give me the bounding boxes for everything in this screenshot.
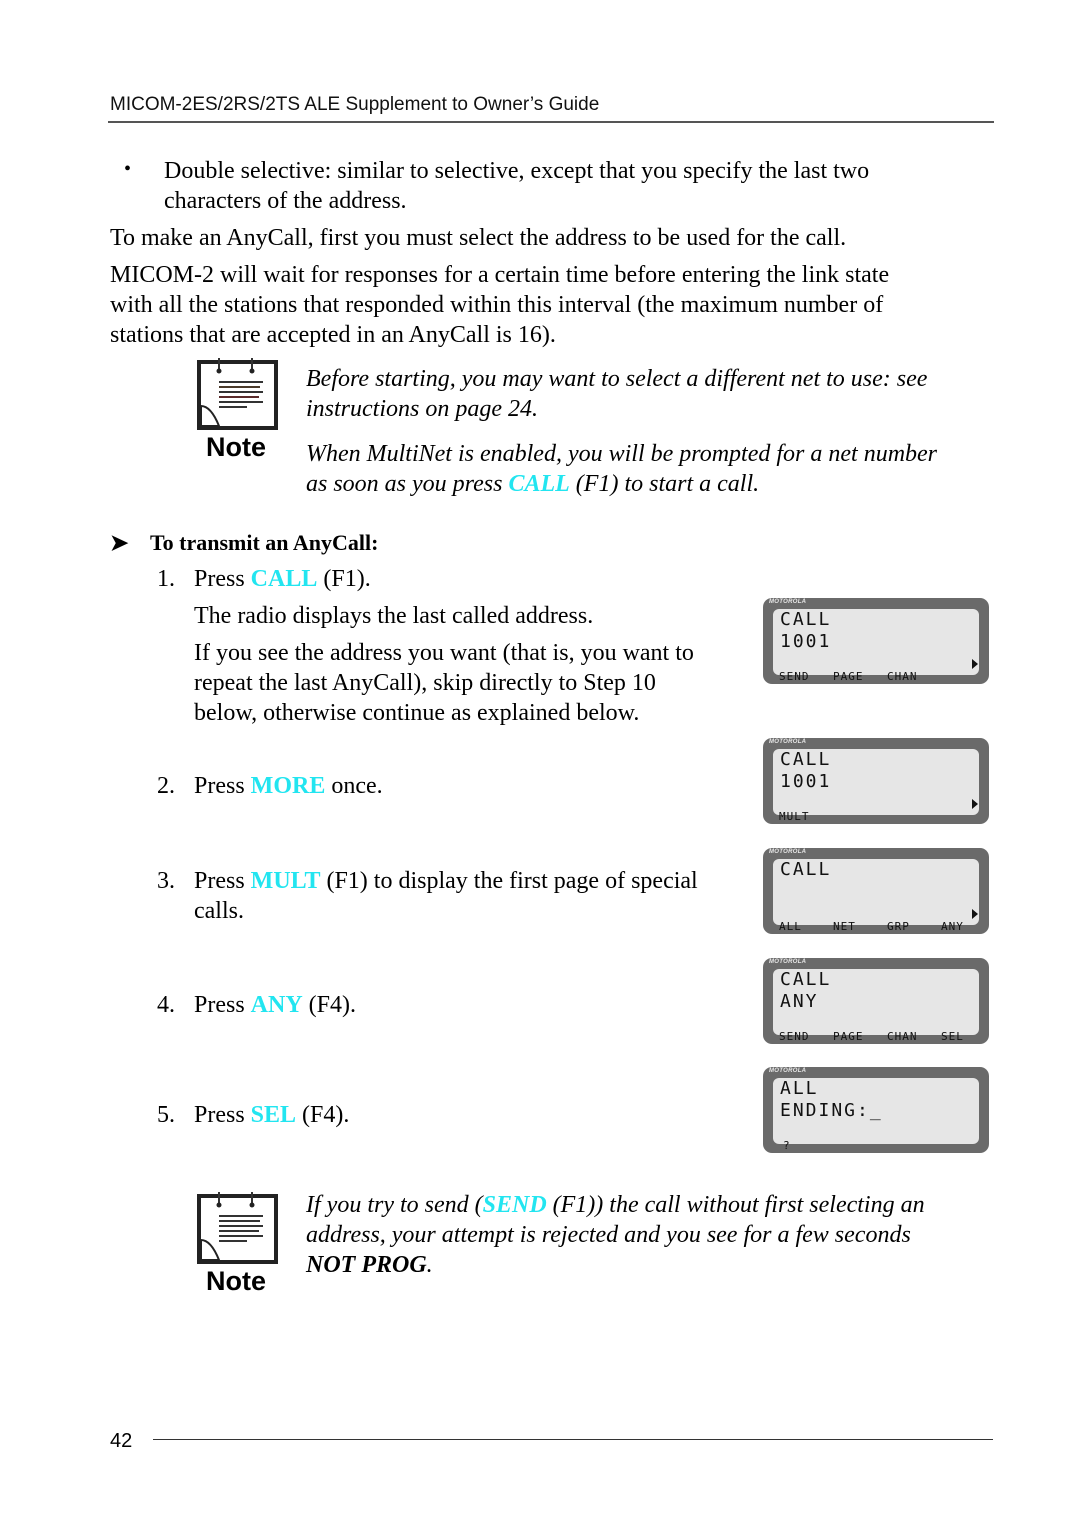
note-text-multinet: When MultiNet is enabled, you will be pr…	[306, 441, 938, 497]
display-line-2: 1001	[780, 631, 832, 652]
radio-display-1: MOTOROLA CALL 1001 SEND PAGE CHAN	[763, 598, 989, 684]
notepad-icon	[197, 1192, 278, 1264]
notepad-icon	[197, 358, 278, 430]
note-text-send-rejected: If you try to send (SEND (F1)) the call …	[306, 1192, 925, 1278]
motorola-logo: MOTOROLA	[769, 1068, 807, 1074]
display-line-1: ALL	[780, 1078, 819, 1099]
step-3-text: Press MULT (F1) to display the first pag…	[194, 868, 698, 924]
display-line-1: CALL	[780, 609, 832, 630]
key-mult: MULT	[250, 868, 321, 894]
step-4: 4.	[157, 992, 175, 1018]
softkey-f2[interactable]: PAGE	[833, 670, 864, 683]
paragraph-anycall-intro: To make an AnyCall, first you must selec…	[110, 225, 847, 251]
bullet-icon: •	[124, 158, 132, 180]
radio-display-4: MOTOROLA CALL ANY SEND PAGE CHAN SEL	[763, 958, 989, 1044]
key-sel: SEL	[250, 1102, 297, 1128]
more-arrow-icon	[972, 909, 978, 919]
radio-display-2: MOTOROLA CALL 1001 MULT	[763, 738, 989, 824]
softkey-f1[interactable]: ?	[783, 1139, 791, 1152]
softkey-f3[interactable]: GRP	[887, 920, 910, 933]
step-2-text: Press MORE once.	[194, 773, 383, 799]
step-1: 1.	[157, 566, 175, 592]
softkey-f3[interactable]: CHAN	[887, 670, 918, 683]
step-3: 3.	[157, 868, 175, 894]
not-prog-message: NOT PROG	[306, 1252, 427, 1278]
note-label: Note	[206, 1266, 266, 1296]
note-text-net-select: Before starting, you may want to select …	[306, 366, 928, 422]
display-line-1: CALL	[780, 859, 832, 880]
step-4-text: Press ANY (F4).	[194, 992, 357, 1018]
softkey-f1[interactable]: MULT	[779, 810, 810, 823]
display-line-2: 1001	[780, 771, 832, 792]
motorola-logo: MOTOROLA	[769, 959, 807, 965]
key-send: SEND	[482, 1192, 547, 1218]
note-icon	[197, 1192, 279, 1269]
motorola-logo: MOTOROLA	[769, 739, 807, 745]
procedure-heading: ➤ To transmit an AnyCall:	[110, 530, 379, 555]
key-more: MORE	[250, 773, 326, 799]
more-arrow-icon	[972, 659, 978, 669]
blinking-cursor: _	[869, 1100, 883, 1121]
arrow-bullet-icon: ➤	[110, 530, 129, 555]
footer-rule	[153, 1439, 993, 1440]
display-line-2: ENDING:_	[780, 1100, 883, 1121]
note-label: Note	[206, 432, 266, 462]
motorola-logo: MOTOROLA	[769, 849, 807, 855]
running-header: MICOM-2ES/2RS/2TS ALE Supplement to Owne…	[110, 94, 600, 115]
softkey-f3[interactable]: CHAN	[887, 1030, 918, 1043]
softkey-f1[interactable]: SEND	[779, 1030, 810, 1043]
key-call: CALL	[250, 566, 318, 592]
softkey-f2[interactable]: PAGE	[833, 1030, 864, 1043]
key-call: CALL	[508, 471, 570, 497]
step-5: 5.	[157, 1102, 175, 1128]
radio-display-5: MOTOROLA ALL ENDING:_ ?	[763, 1067, 989, 1153]
more-arrow-icon	[972, 799, 978, 809]
key-any: ANY	[250, 992, 303, 1018]
softkey-f4[interactable]: SEL	[941, 1030, 964, 1043]
display-line-1: CALL	[780, 969, 832, 990]
step-5-text: Press SEL (F4).	[194, 1102, 350, 1128]
motorola-logo: MOTOROLA	[769, 599, 807, 605]
softkey-f4[interactable]: ANY	[941, 920, 964, 933]
softkey-f1[interactable]: ALL	[779, 920, 802, 933]
page-number: 42	[110, 1430, 133, 1452]
softkey-f2[interactable]: NET	[833, 920, 856, 933]
note-icon	[197, 358, 279, 435]
bullet-text: Double selective: similar to selective, …	[164, 158, 870, 214]
step-2: 2.	[157, 773, 175, 799]
step-1-text: Press CALL (F1). The radio displays the …	[194, 566, 694, 726]
display-line-1: CALL	[780, 749, 832, 770]
radio-display-3: MOTOROLA CALL ALL NET GRP ANY	[763, 848, 989, 934]
softkey-f1[interactable]: SEND	[779, 670, 810, 683]
header-rule	[108, 121, 994, 123]
display-line-2: ANY	[780, 991, 819, 1012]
paragraph-anycall-wait: MICOM-2 will wait for responses for a ce…	[110, 262, 890, 348]
